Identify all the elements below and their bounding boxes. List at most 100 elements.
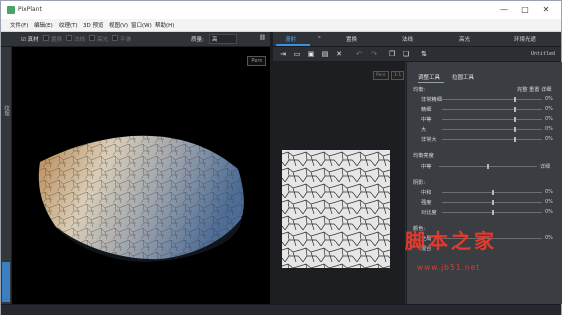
active-tab-indicator bbox=[276, 44, 310, 46]
slider-value: 0% bbox=[545, 136, 553, 142]
uniform-brightness-end: 详细 bbox=[540, 164, 551, 170]
app-logo-icon bbox=[7, 6, 15, 14]
slider-label: 中等 bbox=[421, 117, 432, 123]
document-toolbar: ⇥ ▭ ▣ ▤ ✕ ↶ ↷ ❐ ❏ ⇅ Untitled bbox=[273, 47, 561, 62]
menu-3d-preview[interactable]: 3D 预览 bbox=[83, 21, 103, 29]
uniform-brightness-sub: 中等 bbox=[421, 164, 432, 170]
tab-ambient-occlusion[interactable]: 环境光遮 bbox=[514, 35, 536, 43]
slider-knob[interactable] bbox=[487, 164, 489, 169]
slider-shadow-strength[interactable] bbox=[442, 200, 542, 205]
specular-toggle[interactable]: 高光 bbox=[97, 35, 108, 43]
map-tabs: 漫射 ⚭ 置换 法线 高光 环境光遮 bbox=[273, 32, 561, 47]
slider-label: 中和 bbox=[421, 190, 432, 196]
copy-icon[interactable]: ❐ bbox=[388, 50, 396, 58]
redo-icon[interactable]: ↷ bbox=[370, 50, 378, 58]
slider-label: 精细 bbox=[421, 107, 432, 113]
subtab-stretch[interactable]: 拉圆工具 bbox=[452, 73, 474, 81]
menu-view[interactable]: 视图(V) bbox=[109, 21, 128, 29]
slider-knob[interactable] bbox=[514, 127, 516, 132]
watermark-url: www.jb51.net bbox=[417, 263, 481, 272]
displacement-checkbox[interactable] bbox=[43, 35, 49, 41]
close-window-button[interactable]: ✕ bbox=[539, 4, 553, 16]
tab-displacement[interactable]: 置换 bbox=[346, 35, 357, 43]
document-name: Untitled bbox=[530, 51, 555, 57]
menu-edit[interactable]: 编辑(E) bbox=[34, 21, 53, 29]
slider-knob[interactable] bbox=[492, 210, 494, 215]
equalize-options[interactable]: 完整 重置 详细 bbox=[517, 86, 551, 93]
minimize-button[interactable]: — bbox=[497, 4, 511, 16]
pillow-model bbox=[38, 135, 244, 262]
viewport-toolbar: ☑ 真材 置换 法线 高光 平滑 质量: 高 ⛓ bbox=[1, 32, 275, 47]
realtime-toggle[interactable]: ☑ 真材 bbox=[21, 35, 39, 43]
smooth-checkbox[interactable] bbox=[112, 35, 118, 41]
displacement-toggle[interactable]: 置换 bbox=[51, 35, 62, 43]
slider-knob[interactable] bbox=[492, 200, 494, 205]
save-icon[interactable]: ▣ bbox=[307, 50, 315, 58]
side-tab-texture[interactable]: 纹理 bbox=[2, 105, 10, 116]
normal-toggle[interactable]: 法线 bbox=[74, 35, 85, 43]
tab-specular[interactable]: 高光 bbox=[459, 35, 470, 43]
menu-window[interactable]: 窗口(W) bbox=[131, 21, 152, 29]
slider-very-fine[interactable] bbox=[442, 97, 542, 102]
menu-help[interactable]: 帮助(H) bbox=[155, 21, 174, 29]
slider-value: 0% bbox=[545, 96, 553, 102]
quality-label: 质量: bbox=[191, 37, 204, 43]
tab-diffuse[interactable]: 漫射 bbox=[285, 35, 296, 43]
slider-fine[interactable] bbox=[442, 107, 542, 112]
side-tab-marker[interactable] bbox=[2, 262, 10, 302]
slider-knob[interactable] bbox=[514, 107, 516, 112]
link-icon[interactable]: ⛓ bbox=[259, 35, 266, 41]
slider-medium[interactable] bbox=[442, 117, 542, 122]
slider-knob[interactable] bbox=[514, 97, 516, 102]
specular-checkbox[interactable] bbox=[89, 35, 95, 41]
window-title: PixPlant bbox=[18, 6, 42, 13]
slider-shadow-neutral[interactable] bbox=[442, 190, 542, 195]
slider-label: 对比度 bbox=[421, 210, 437, 216]
preview-camera-label[interactable]: Pers bbox=[373, 71, 389, 80]
quality-select[interactable]: 高 bbox=[209, 34, 237, 44]
normal-checkbox[interactable] bbox=[66, 35, 72, 41]
slider-uniform-brightness[interactable] bbox=[439, 164, 537, 169]
slider-value: 0% bbox=[545, 189, 553, 195]
slider-label: 强度 bbox=[421, 200, 432, 206]
slider-shadow-contrast[interactable] bbox=[442, 210, 542, 215]
slider-label: 大 bbox=[421, 127, 427, 133]
title-bar: PixPlant — □ ✕ bbox=[1, 1, 561, 19]
left-side-panel: 纹理 bbox=[1, 47, 12, 304]
menu-texture[interactable]: 纹理(T) bbox=[59, 21, 78, 29]
zoom-label[interactable]: 1:1 bbox=[391, 71, 405, 80]
status-bar bbox=[1, 304, 561, 315]
tab-normal[interactable]: 法线 bbox=[402, 35, 413, 43]
close-icon[interactable]: ✕ bbox=[335, 50, 343, 58]
smooth-toggle[interactable]: 平滑 bbox=[120, 35, 131, 43]
menu-file[interactable]: 文件(F) bbox=[10, 21, 28, 29]
swap-icon[interactable]: ⇅ bbox=[420, 50, 428, 58]
subtab-adjust[interactable]: 调整工具 bbox=[418, 73, 440, 81]
shadow-label: 阴影: bbox=[413, 180, 426, 186]
undo-icon[interactable]: ↶ bbox=[355, 50, 363, 58]
slider-knob[interactable] bbox=[514, 117, 516, 122]
slider-label: 非常精细 bbox=[421, 97, 442, 103]
paste-icon[interactable]: ❏ bbox=[402, 50, 410, 58]
slider-value: 0% bbox=[545, 106, 553, 112]
texture-image bbox=[282, 150, 390, 268]
slider-label: 非常大 bbox=[421, 137, 437, 143]
maximize-button[interactable]: □ bbox=[518, 4, 532, 16]
texture-preview[interactable]: Pers 1:1 bbox=[273, 62, 405, 304]
import-icon[interactable]: ⇥ bbox=[279, 50, 287, 58]
slider-value: 0% bbox=[545, 126, 553, 132]
tab-diffuse-link-icon[interactable]: ⚭ bbox=[317, 35, 322, 41]
slider-very-large[interactable] bbox=[442, 137, 542, 142]
slider-knob[interactable] bbox=[492, 190, 494, 195]
uniform-brightness-label: 均衡亮度 bbox=[413, 153, 434, 159]
equalize-label: 均衡: bbox=[413, 87, 426, 93]
slider-value: 0% bbox=[545, 116, 553, 122]
slider-large[interactable] bbox=[442, 127, 542, 132]
slider-knob[interactable] bbox=[514, 137, 516, 142]
subtab-indicator bbox=[418, 82, 444, 83]
open-folder-icon[interactable]: ▭ bbox=[293, 50, 301, 58]
menu-bar: 文件(F) 编辑(E) 纹理(T) 3D 预览 视图(V) 窗口(W) 帮助(H… bbox=[1, 19, 561, 32]
save-as-icon[interactable]: ▤ bbox=[321, 50, 329, 58]
3d-viewport[interactable]: Pers bbox=[12, 47, 270, 304]
slider-value: 0% bbox=[545, 209, 553, 215]
